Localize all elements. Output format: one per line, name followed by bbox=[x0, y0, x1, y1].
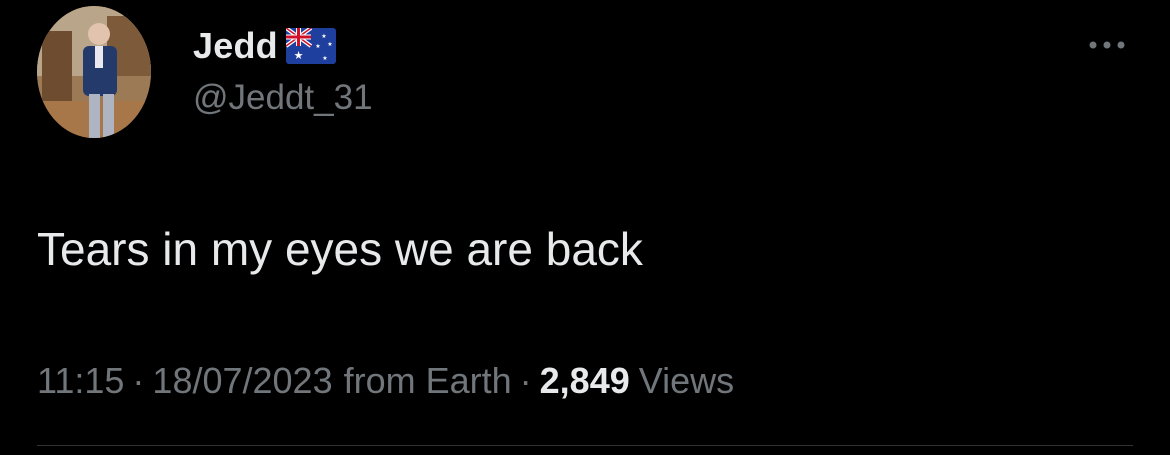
australia-flag-icon: ★ ★ ★ ★ ★ bbox=[285, 28, 336, 64]
views-count[interactable]: 2,849 bbox=[540, 360, 630, 402]
svg-text:★: ★ bbox=[327, 41, 332, 48]
views-label: Views bbox=[638, 360, 735, 401]
svg-text:★: ★ bbox=[315, 43, 320, 50]
tweet-time[interactable]: 11:15 bbox=[37, 360, 124, 402]
author-handle[interactable]: @Jeddt_31 bbox=[193, 78, 373, 118]
svg-text:★: ★ bbox=[322, 55, 327, 62]
tweet-date[interactable]: 18/07/2023 bbox=[152, 360, 332, 402]
svg-text:★: ★ bbox=[321, 33, 326, 40]
tweet-meta: 11:15 · 18/07/2023 from Earth · 2,849 Vi… bbox=[37, 360, 734, 402]
meta-separator: · bbox=[519, 360, 532, 401]
tweet-text: Tears in my eyes we are back bbox=[37, 223, 643, 275]
tweet: Jedd ★ ★ ★ ★ ★ @Jeddt_31 Tears in my eye… bbox=[0, 0, 1170, 455]
divider bbox=[37, 445, 1133, 446]
avatar[interactable] bbox=[37, 6, 151, 138]
meta-separator: · bbox=[132, 360, 145, 401]
svg-text:★: ★ bbox=[293, 49, 303, 62]
display-name[interactable]: Jedd bbox=[193, 25, 278, 67]
author-name-row[interactable]: Jedd ★ ★ ★ ★ ★ bbox=[193, 22, 336, 70]
avatar-photo bbox=[37, 6, 151, 138]
more-options-button[interactable] bbox=[1084, 30, 1130, 60]
more-horizontal-icon bbox=[1089, 41, 1125, 49]
tweet-source: from Earth bbox=[343, 360, 512, 401]
